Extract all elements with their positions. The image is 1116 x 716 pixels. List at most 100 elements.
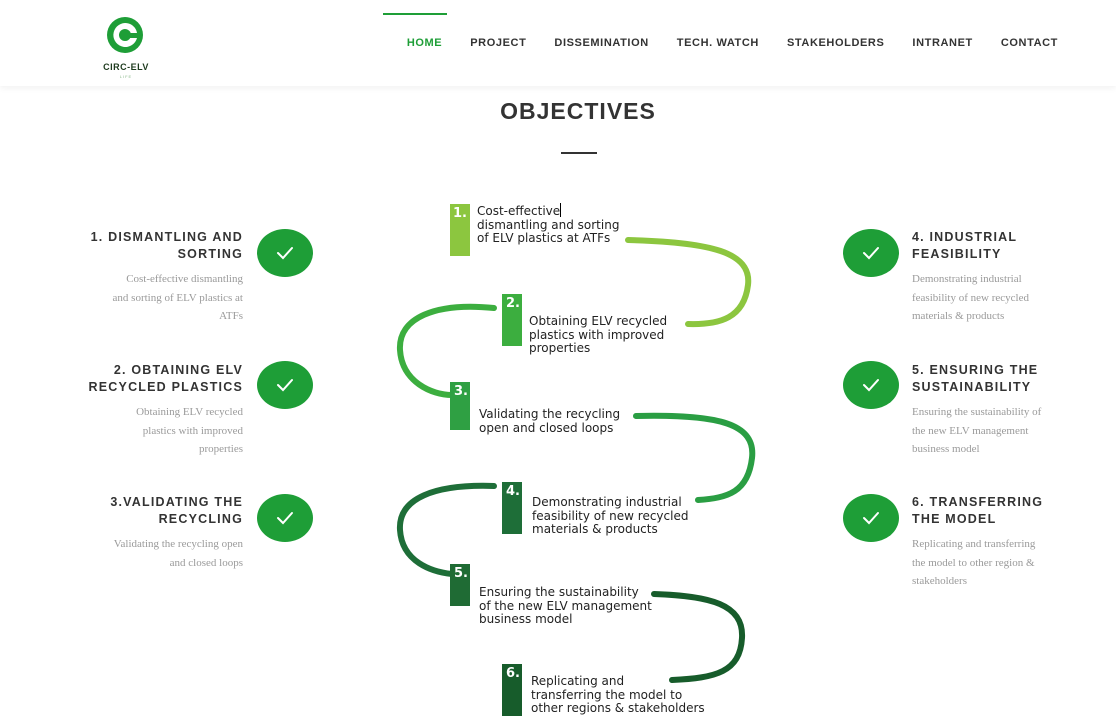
connector-2-3 — [396, 303, 497, 398]
objective-3-desc-line2: and closed loops — [169, 556, 243, 569]
connector-4-5 — [396, 482, 497, 577]
objective-2-desc-line2: plastics with improved — [142, 424, 243, 437]
objective-5: 5. ENSURING THE SUSTAINABILITY Ensuring … — [912, 362, 1072, 459]
step-5-number: 5. — [454, 566, 468, 581]
objective-5-title: 5. ENSURING THE SUSTAINABILITY — [912, 362, 1072, 396]
step-5-line-1: Ensuring the sustainability — [479, 585, 639, 599]
objective-6-title-line2: THE MODEL — [912, 512, 997, 526]
objective-4-desc-line3: materials & products — [912, 310, 1005, 322]
step-2-line-3: properties — [529, 341, 591, 355]
objective-3-check-button[interactable] — [257, 494, 313, 542]
step-5-line-3: business model — [479, 612, 573, 626]
site-logo[interactable]: CIRC-ELV LIFE — [88, 16, 164, 79]
step-4-text: Demonstrating industrial feasibility of … — [532, 495, 689, 537]
step-4-line-3: materials & products — [532, 522, 658, 536]
objective-1: 1. DISMANTLING AND SORTING Cost-effectiv… — [83, 229, 243, 326]
step-2-text: Obtaining ELV recycled plastics with imp… — [529, 314, 668, 356]
process-diagram: 1. Cost-effective dismantling and sortin… — [380, 190, 770, 716]
objective-3-title: 3.VALIDATING THE RECYCLING — [83, 494, 243, 528]
nav-item-dissemination[interactable]: DISSEMINATION — [554, 37, 648, 49]
process-path — [396, 237, 756, 683]
connector-1-2 — [625, 237, 752, 328]
step-3-line-1: Validating the recycling — [479, 407, 621, 421]
check-icon — [863, 512, 879, 525]
check-icon — [277, 512, 293, 525]
objective-4: 4. INDUSTRIAL FEASIBILITY Demonstrating … — [912, 229, 1072, 326]
objective-5-desc-line3: business model — [912, 443, 980, 455]
step-3-text: Validating the recycling open and closed… — [479, 407, 621, 435]
objective-4-check-button[interactable] — [843, 229, 899, 277]
nav-item-project[interactable]: PROJECT — [470, 37, 526, 49]
objective-4-desc-line2: feasibility of new recycled — [912, 291, 1029, 304]
objective-5-title-line1: 5. ENSURING THE — [912, 363, 1039, 377]
nav-item-intranet[interactable]: INTRANET — [912, 37, 972, 49]
objective-3-title-line1: 3.VALIDATING THE — [110, 495, 243, 509]
step-2-line-1: Obtaining ELV recycled — [529, 314, 668, 328]
step-1-line-3: of ELV plastics at ATFs — [477, 231, 611, 245]
nav-item-home[interactable]: HOME — [407, 37, 442, 49]
connector-5-6 — [651, 591, 746, 683]
objective-5-check-button[interactable] — [843, 361, 899, 409]
objective-6-desc: Replicating and transferring the model t… — [912, 535, 1072, 591]
objective-1-desc-line2: and sorting of ELV plastics at — [112, 291, 243, 304]
step-3-marker: 3. — [450, 382, 470, 430]
step-4-number: 4. — [506, 484, 520, 499]
objective-2-check-button[interactable] — [257, 361, 313, 409]
step-4-line-1: Demonstrating industrial — [532, 495, 682, 509]
step-6-line-1: Replicating and — [531, 674, 625, 688]
objective-1-title-line1: 1. DISMANTLING AND — [90, 230, 243, 244]
objective-6-desc-line3: stakeholders — [912, 575, 967, 587]
check-icon — [277, 247, 293, 260]
site-header: CIRC-ELV LIFE HOME PROJECT DISSEMINATION… — [0, 0, 1116, 86]
step-2-line-2: plastics with improved — [529, 327, 665, 342]
step-4-line-2: feasibility of new recycled — [532, 508, 689, 523]
objective-4-title: 4. INDUSTRIAL FEASIBILITY — [912, 229, 1072, 263]
step-5-line-2: of the new ELV management — [479, 598, 652, 613]
objective-6-title-line1: 6. TRANSFERRING — [912, 495, 1044, 509]
check-icon — [863, 247, 879, 260]
objective-1-desc-line1: Cost-effective dismantling — [126, 273, 243, 285]
step-6-line-3: other regions & stakeholders — [531, 701, 705, 715]
objective-1-check-button[interactable] — [257, 229, 313, 277]
check-icon — [863, 379, 879, 392]
logo-text: CIRC-ELV — [103, 62, 149, 72]
nav-item-stakeholders[interactable]: STAKEHOLDERS — [787, 37, 884, 49]
objective-2-desc-line3: properties — [199, 443, 243, 455]
text-cursor — [560, 203, 562, 217]
nav-item-tech-watch[interactable]: TECH. WATCH — [677, 37, 759, 49]
objective-1-title-line2: SORTING — [177, 247, 243, 261]
objective-2-desc-line1: Obtaining ELV recycled — [136, 406, 243, 418]
objective-6: 6. TRANSFERRING THE MODEL Replicating an… — [912, 494, 1072, 591]
objective-2-title-line1: 2. OBTAINING ELV — [113, 363, 243, 377]
objective-4-desc: Demonstrating industrial feasibility of … — [912, 270, 1072, 326]
objective-6-check-button[interactable] — [843, 494, 899, 542]
objective-1-title: 1. DISMANTLING AND SORTING — [83, 229, 243, 263]
step-3-line-2: open and closed loops — [479, 420, 614, 435]
step-3-number: 3. — [454, 384, 468, 399]
objective-3-desc-line1: Validating the recycling open — [113, 538, 243, 550]
objective-4-desc-line1: Demonstrating industrial — [912, 273, 1022, 285]
step-6-marker: 6. — [502, 664, 522, 716]
objective-2: 2. OBTAINING ELV RECYCLED PLASTICS Obtai… — [83, 362, 243, 459]
objective-5-title-line2: SUSTAINABILITY — [912, 380, 1032, 394]
check-icon — [277, 379, 293, 392]
nav-item-contact[interactable]: CONTACT — [1001, 37, 1058, 49]
objective-6-desc-line1: Replicating and transferring — [912, 538, 1036, 550]
objective-2-desc: Obtaining ELV recycled plastics with imp… — [83, 403, 243, 459]
objective-3-desc: Validating the recycling open and closed… — [83, 535, 243, 572]
objective-1-desc: Cost-effective dismantling and sorting o… — [83, 270, 243, 326]
title-divider — [561, 152, 597, 154]
step-6-line-2: transferring the model to — [531, 687, 683, 702]
objective-2-title-line2: RECYCLED PLASTICS — [88, 380, 243, 394]
step-6-text: Replicating and transferring the model t… — [531, 674, 705, 716]
objective-4-title-line1: 4. INDUSTRIAL — [912, 230, 1018, 244]
page-title: OBJECTIVES — [500, 98, 656, 124]
logo-mark-icon — [107, 17, 143, 53]
objective-4-title-line2: FEASIBILITY — [912, 247, 1002, 261]
step-2-number: 2. — [506, 296, 520, 311]
objective-2-title: 2. OBTAINING ELV RECYCLED PLASTICS — [83, 362, 243, 396]
connector-3-4 — [633, 412, 756, 503]
objective-1-desc-line3: ATFs — [219, 310, 243, 322]
logo-subtext: LIFE — [119, 74, 133, 79]
step-1-text: Cost-effective dismantling and sorting o… — [477, 203, 619, 246]
